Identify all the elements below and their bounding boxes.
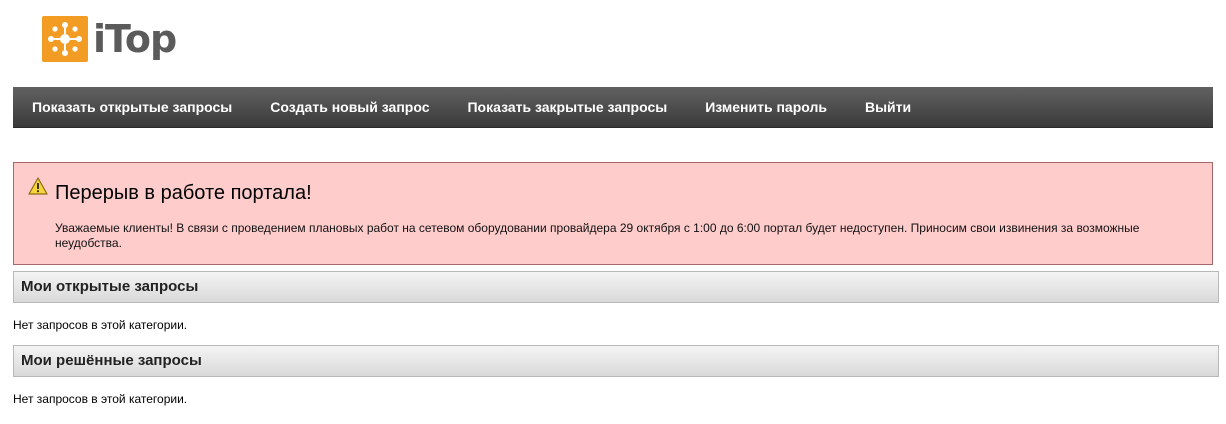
itop-logo: iTop bbox=[42, 16, 177, 62]
nav-show-open-requests[interactable]: Показать открытые запросы bbox=[13, 87, 251, 127]
alert-title: Перерыв в работе портала! bbox=[55, 182, 312, 204]
section-empty-resolved-requests: Нет запросов в этой категории. bbox=[13, 392, 188, 406]
nav-show-closed-requests[interactable]: Показать закрытые запросы bbox=[448, 87, 686, 127]
section-header-resolved-requests[interactable]: Мои решённые запросы bbox=[13, 345, 1219, 377]
nav-change-password[interactable]: Изменить пароль bbox=[686, 87, 846, 127]
maintenance-alert: Перерыв в работе портала! Уважаемые клие… bbox=[13, 162, 1213, 265]
logo-mark-icon bbox=[42, 16, 88, 62]
section-empty-open-requests: Нет запросов в этой категории. bbox=[13, 318, 188, 332]
logo-text: iTop bbox=[93, 17, 177, 61]
nav-create-request[interactable]: Создать новый запрос bbox=[251, 87, 448, 127]
section-header-open-requests[interactable]: Мои открытые запросы bbox=[13, 271, 1219, 303]
nav-logout[interactable]: Выйти bbox=[846, 87, 930, 127]
warning-icon bbox=[28, 177, 48, 200]
alert-message: Уважаемые клиенты! В связи с проведением… bbox=[55, 221, 1140, 250]
main-navbar: Показать открытые запросы Создать новый … bbox=[13, 87, 1213, 128]
